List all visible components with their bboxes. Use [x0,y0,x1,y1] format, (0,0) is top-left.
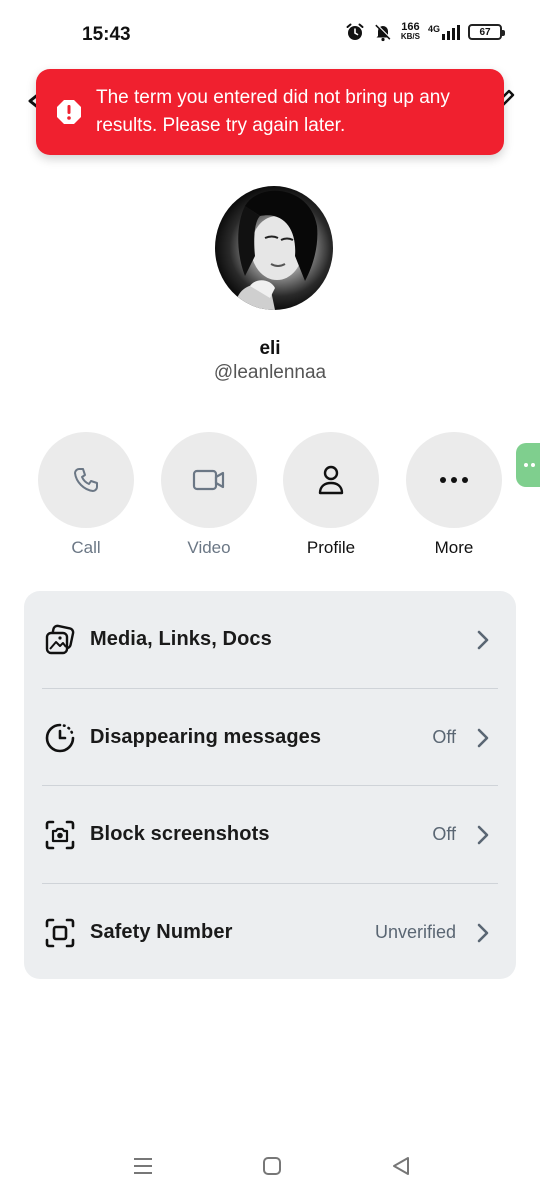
status-bar: 15:43 166 KB/S 4G 67 [0,0,540,72]
block-screenshots-label: Block screenshots [90,823,270,845]
video-button-circle [161,432,257,528]
profile-button-circle [283,432,379,528]
menu-icon[interactable] [133,1156,153,1176]
disappearing-messages-row[interactable]: Disappearing messages Off [24,689,516,786]
camera-scan-icon [44,819,76,851]
scan-square-icon [44,917,76,949]
phone-icon [74,468,98,492]
video-camera-icon [192,469,225,491]
timer-icon [44,722,76,754]
net-speed-unit: KB/S [400,32,420,41]
video-label: Video [187,538,231,557]
chevron-right-icon [477,630,489,649]
contact-name: eli [259,338,281,359]
alarm-icon [346,23,364,40]
chevron-right-icon [477,825,489,844]
media-links-docs-label: Media, Links, Docs [90,628,272,650]
more-button[interactable]: More [406,432,502,558]
media-gallery-icon [44,624,76,656]
disappearing-messages-label: Disappearing messages [90,726,322,748]
profile-label: Profile [306,538,356,557]
media-links-docs-row[interactable]: Media, Links, Docs [24,591,516,688]
toast-message: The term you entered did not bring up an… [96,87,450,136]
status-icons: 166 KB/S 4G 67 [345,21,505,42]
net-speed-value: 166 [401,21,420,33]
system-nav-bar [0,1150,540,1184]
home-icon[interactable] [262,1156,282,1176]
contact-info-screen: 15:43 166 KB/S 4G 67 The term you entere… [0,0,540,1200]
block-screenshots-value: Off [432,824,456,844]
chevron-right-icon [477,923,489,942]
battery-icon: 67 [468,24,505,40]
safety-number-label: Safety Number [90,921,233,943]
network-type: 4G [427,23,440,34]
error-toast[interactable]: The term you entered did not bring up an… [36,69,504,155]
mute-icon [375,23,392,42]
back-nav-icon[interactable] [391,1156,411,1176]
signal-icon: 4G [427,23,460,40]
floating-chat-handle[interactable] [516,443,540,487]
block-screenshots-row[interactable]: Block screenshots Off [24,786,516,883]
call-button-circle [38,432,134,528]
more-dots-icon [440,477,468,483]
status-time: 15:43 [82,24,131,45]
net-speed: 166 KB/S [400,21,420,42]
safety-number-row[interactable]: Safety Number Unverified [24,884,516,981]
avatar-photo [235,190,318,310]
profile-button[interactable]: Profile [283,432,379,558]
battery-level: 67 [479,26,491,38]
more-button-circle [406,432,502,528]
more-label: More [434,538,474,557]
person-icon [318,465,344,495]
settings-card: Media, Links, Docs Disappearing messages… [24,591,516,979]
safety-number-value: Unverified [374,922,456,942]
action-bar: Call Video Profile More [38,432,502,562]
alert-icon [57,100,81,124]
disappearing-messages-value: Off [432,727,456,747]
call-button[interactable]: Call [38,432,134,558]
chevron-right-icon [477,728,489,747]
video-button[interactable]: Video [161,432,257,558]
avatar[interactable] [215,186,333,310]
contact-handle: @leanlennaa [213,362,327,383]
call-label: Call [71,538,101,557]
